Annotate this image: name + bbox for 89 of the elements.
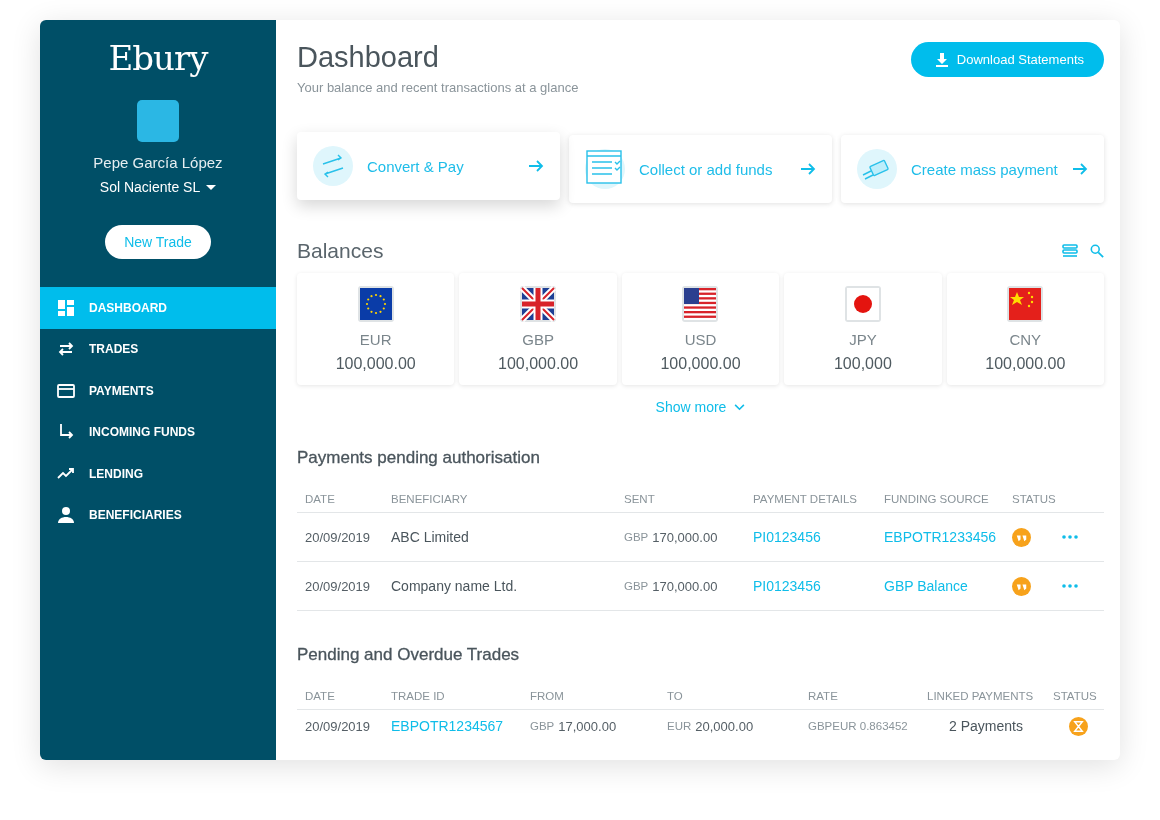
exchange-arrows-icon [311,144,355,188]
company-dropdown[interactable]: Sol Naciente SL [95,177,221,197]
table-cell-text: GBP 170,000.00 [623,578,719,594]
balance-card[interactable]: USD 100,000.00 [621,273,780,385]
funding-link[interactable]: EBPOTR1233456 [884,529,997,545]
balance-amount: 100,000 [833,355,892,373]
balance-amount: 100,000.00 [498,355,579,373]
column-header: TO [666,690,684,702]
funding-link[interactable]: GBP Balance [884,578,968,594]
hourglass-icon [1069,716,1088,736]
table-cell-text: 20/09/2019 [304,718,372,734]
column-header: RATE [807,690,839,702]
currency-code: GBP [522,331,554,348]
download-icon [934,52,949,67]
arrow-right-icon [528,158,544,174]
dashboard-icon [57,298,75,317]
balance-amount: 100,000.00 [335,355,416,373]
person-icon [57,506,75,525]
table-cell-text: GBP 170,000.00 [623,529,719,545]
column-header: STATUS [1011,493,1054,505]
section-title: Pending and Overdue Trades [297,645,521,665]
section-title: Balances [297,239,384,263]
table-cell-text: GBP 17,000.00 [529,718,618,734]
card-icon [57,381,75,400]
more-options-icon[interactable] [1062,584,1078,588]
caret-icon [206,184,217,190]
column-header: BENEFICIARY [390,493,469,505]
flag-icon [1007,286,1044,322]
table-cell-text: 20/09/2019 [304,529,372,545]
balance-amount: 100,000.00 [985,355,1066,373]
download-statements-button[interactable]: Download Statements [910,42,1104,77]
flag-icon [682,286,719,322]
nav-item[interactable]: DASHBOARD [40,287,276,329]
column-header: SENT [623,493,656,505]
column-header: PAYMENT DETAILS [752,493,858,505]
status-icon [1012,527,1031,547]
status-icon [1012,576,1031,596]
column-header: LINKED PAYMENTS [926,690,1035,702]
balance-card[interactable]: JPY 100,000 [784,273,942,385]
payment-link[interactable]: PI0123456 [753,578,821,594]
search-icon[interactable] [1090,244,1104,258]
column-header: DATE [304,493,336,505]
column-header: STATUS [1052,690,1098,702]
balance-card[interactable]: EUR 100,000.00 [297,273,455,385]
action-card[interactable]: Convert & Pay [297,132,560,200]
table-cell-text: ABC Limited [390,529,470,545]
flag-icon [844,286,881,322]
payment-link[interactable]: PI0123456 [753,529,821,545]
document-list-icon [583,147,627,191]
page-subtitle: Your balance and recent transactions at a glance [297,80,579,95]
table-cell-text: Company name Ltd. [390,578,519,594]
nav-item[interactable]: PAYMENTS [40,370,276,412]
chevron-down-icon [734,403,746,411]
flag-icon [520,286,557,322]
nav-item[interactable]: TRADES [40,328,276,370]
balance-card[interactable]: CNY 100,000.00 [946,273,1104,385]
currency-code: USD [684,331,717,348]
arrow-right-icon [800,161,816,177]
balance-amount: 100,000.00 [660,355,741,373]
table-cell-text: 2 Payments [948,718,1024,734]
new-trade-button[interactable]: New Trade [105,225,211,259]
column-header: FUNDING SOURCE [883,493,990,505]
balance-card[interactable]: GBP 100,000.00 [459,273,617,385]
trade-link[interactable]: EBPOTR1234567 [391,718,504,734]
flag-icon [357,286,394,322]
column-header: DATE [304,690,336,702]
user-name: Pepe García López [93,154,223,171]
section-title: Payments pending authorisation [297,448,541,468]
action-card[interactable]: Create mass payment [841,135,1104,203]
table-cell-text: 20/09/2019 [304,578,372,594]
action-card[interactable]: Collect or add funds [569,135,832,203]
table-cell-text: GBPEUR 0.863452 [807,720,909,732]
nav-item[interactable]: INCOMING FUNDS [40,411,276,453]
currency-code: EUR [359,331,392,348]
avatar-placeholder [137,100,179,142]
page-title: Dashboard [297,41,440,74]
nav-item[interactable]: BENEFICIARIES [40,494,276,536]
card-icon [855,147,899,191]
currency-code: CNY [1009,331,1042,348]
logo: Ebury [108,38,208,78]
show-more-link[interactable]: Show more [649,398,752,416]
more-options-icon[interactable] [1062,535,1078,539]
currency-code: JPY [849,331,877,348]
column-header: FROM [529,690,565,702]
nav-item[interactable]: LENDING [40,453,276,495]
list-view-icon[interactable] [1062,243,1078,259]
column-header: TRADE ID [390,690,446,702]
arrow-right-icon [1072,161,1088,177]
table-cell-text: EUR 20,000.00 [666,718,755,734]
